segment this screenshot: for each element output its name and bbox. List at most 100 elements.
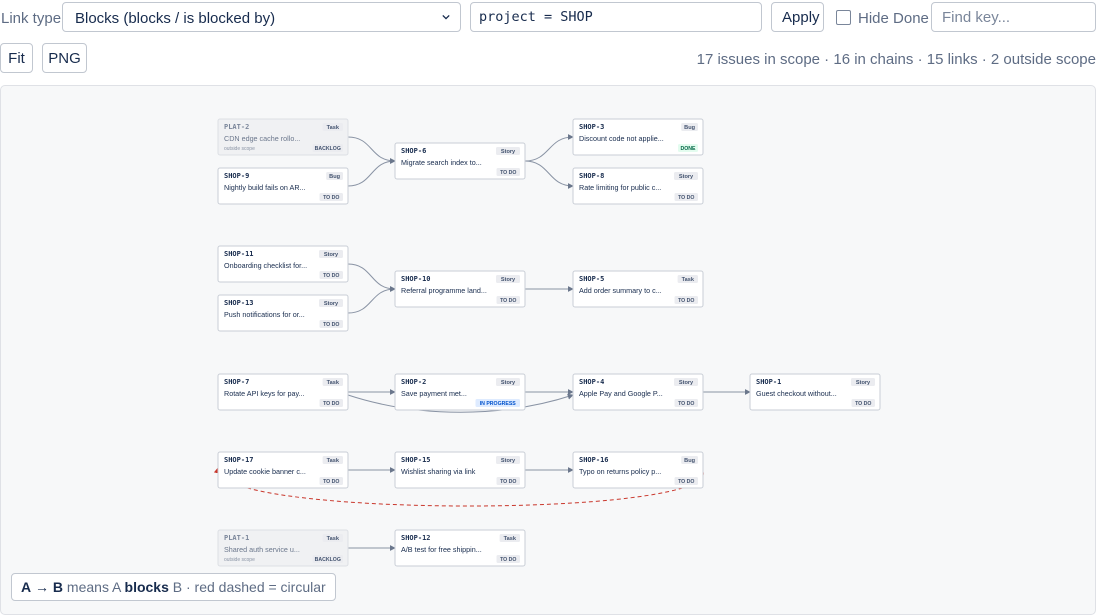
type-label: Bug — [684, 125, 695, 131]
issue-title: Discount code not applie... — [579, 134, 664, 143]
issue-node-shop-7[interactable]: SHOP-7 Rotate API keys for pay... Task TO D… — [217, 373, 349, 411]
status-label: BACKLOG — [315, 146, 341, 152]
issue-title: Guest checkout without... — [756, 389, 837, 398]
issue-title: Onboarding checklist for... — [224, 261, 307, 270]
issue-node-shop-2[interactable]: SHOP-2 Save payment met... Story IN PROGRES… — [394, 373, 526, 411]
type-label: Task — [327, 380, 340, 386]
status-label: TO DO — [500, 170, 516, 176]
status-label: IN PROGRESS — [480, 401, 517, 407]
issue-node-shop-3[interactable]: SHOP-3 Discount code not applie... Bug DONE — [572, 118, 704, 156]
blocks-link-shop-6-to-shop-3[interactable] — [524, 134, 574, 162]
issue-key[interactable]: SHOP-12 — [401, 534, 431, 542]
status-label: TO DO — [678, 479, 694, 485]
issue-key[interactable]: SHOP-11 — [224, 250, 254, 258]
status-label: TO DO — [323, 479, 339, 485]
issue-node-shop-6[interactable]: SHOP-6 Migrate search index to... Story TO … — [394, 142, 526, 180]
toolbar: Link type Blocks (blocks / is blocked by… — [0, 2, 1100, 34]
status-label: BACKLOG — [315, 557, 341, 563]
issue-node-shop-17[interactable]: SHOP-17 Update cookie banner c... Task TO D… — [217, 451, 349, 489]
link-type-select[interactable]: Blocks (blocks / is blocked by) — [62, 2, 461, 32]
issue-node-plat-2[interactable]: PLAT-2 CDN edge cache rollo... outside sco… — [217, 118, 349, 156]
issue-key[interactable]: SHOP-10 — [401, 275, 431, 283]
link-type-label: Link type — [1, 10, 62, 27]
issue-node-shop-15[interactable]: SHOP-15 Wishlist sharing via link Story TO … — [394, 451, 526, 489]
blocks-link-plat-2-to-shop-6[interactable] — [347, 136, 396, 164]
outside-scope-note: outside scope — [224, 557, 255, 563]
status-label: TO DO — [323, 322, 339, 328]
type-label: Story — [679, 380, 694, 386]
issue-key[interactable]: SHOP-5 — [579, 275, 604, 283]
issue-node-shop-5[interactable]: SHOP-5 Add order summary to c... Task TO DO — [572, 270, 704, 308]
blocks-link-shop-11-to-shop-10[interactable] — [347, 263, 396, 292]
issue-node-shop-9[interactable]: SHOP-9 Nightly build fails on AR... Bug TO … — [217, 167, 349, 205]
dependency-graph[interactable]: PLAT-2 CDN edge cache rollo... outside sco… — [1, 86, 1096, 615]
issue-node-shop-4[interactable]: SHOP-4 Apple Pay and Google P... Story TO D… — [572, 373, 704, 411]
issue-title: Nightly build fails on AR... — [224, 183, 306, 192]
issue-key[interactable]: SHOP-9 — [224, 172, 249, 180]
status-label: TO DO — [678, 401, 694, 407]
issue-key[interactable]: SHOP-6 — [401, 147, 426, 155]
status-label: DONE — [681, 146, 697, 152]
issue-key[interactable]: SHOP-2 — [401, 378, 426, 386]
issue-title: Typo on returns policy p... — [579, 467, 661, 476]
issue-title: Push notifications for or... — [224, 310, 305, 319]
status-label: TO DO — [323, 273, 339, 279]
status-label: TO DO — [855, 401, 871, 407]
issue-title: Add order summary to c... — [579, 286, 662, 295]
fit-button[interactable]: Fit — [0, 43, 33, 73]
legend-a: A — [21, 579, 32, 595]
issue-node-shop-1[interactable]: SHOP-1 Guest checkout without... Story TO D… — [749, 373, 881, 411]
status-label: TO DO — [500, 298, 516, 304]
issue-node-shop-16[interactable]: SHOP-16 Typo on returns policy p... Bug TO … — [572, 451, 704, 489]
apply-button[interactable]: Apply — [771, 2, 824, 32]
issue-key[interactable]: SHOP-8 — [579, 172, 604, 180]
issue-node-shop-13[interactable]: SHOP-13 Push notifications for or... Story… — [217, 294, 349, 332]
type-label: Story — [856, 380, 871, 386]
issue-title: Shared auth service u... — [224, 545, 300, 554]
blocks-link-shop-6-to-shop-8[interactable] — [524, 160, 574, 189]
hide-done-toggle[interactable]: Hide Done — [836, 10, 929, 27]
legend-blocks: blocks — [124, 579, 169, 595]
type-label: Task — [327, 536, 340, 542]
legend-rest: B · red dashed = circular — [172, 579, 326, 595]
issue-key[interactable]: SHOP-16 — [579, 456, 609, 464]
blocks-link-shop-9-to-shop-6[interactable] — [347, 158, 396, 187]
issue-node-shop-10[interactable]: SHOP-10 Referral programme land... Story TO… — [394, 270, 526, 308]
issue-node-plat-1[interactable]: PLAT-1 Shared auth service u... outside sc… — [217, 529, 349, 567]
type-label: Story — [679, 174, 694, 180]
legend-arrow: → — [35, 579, 50, 595]
chevron-down-icon — [442, 14, 450, 20]
issue-node-shop-8[interactable]: SHOP-8 Rate limiting for public c... Story… — [572, 167, 704, 205]
scope-summary: 17 issues in scope · 16 in chains · 15 l… — [696, 51, 1096, 68]
issue-key[interactable]: SHOP-4 — [579, 378, 604, 386]
type-label: Story — [501, 380, 516, 386]
issue-key[interactable]: SHOP-13 — [224, 299, 254, 307]
link-type-value: Blocks (blocks / is blocked by) — [75, 10, 276, 27]
status-label: TO DO — [500, 557, 516, 563]
type-label: Task — [682, 277, 695, 283]
status-label: TO DO — [678, 298, 694, 304]
issue-key[interactable]: PLAT-2 — [224, 123, 249, 131]
legend-means: means A — [66, 579, 121, 595]
jql-input[interactable] — [470, 2, 762, 32]
type-label: Story — [501, 458, 516, 464]
type-label: Task — [504, 536, 517, 542]
find-key-input[interactable] — [931, 2, 1096, 32]
issue-key[interactable]: SHOP-7 — [224, 378, 249, 386]
issue-key[interactable]: SHOP-1 — [756, 378, 781, 386]
png-export-button[interactable]: PNG — [42, 43, 87, 73]
issue-key[interactable]: SHOP-3 — [579, 123, 604, 131]
hide-done-checkbox[interactable] — [836, 10, 851, 25]
issue-key[interactable]: SHOP-15 — [401, 456, 431, 464]
status-label: TO DO — [323, 401, 339, 407]
issue-title: Save payment met... — [401, 389, 467, 398]
dependency-graph-canvas[interactable]: PLAT-2 CDN edge cache rollo... outside sco… — [0, 85, 1096, 615]
issue-title: Migrate search index to... — [401, 158, 482, 167]
type-label: Task — [327, 458, 340, 464]
issue-key[interactable]: SHOP-17 — [224, 456, 254, 464]
type-label: Bug — [684, 458, 695, 464]
issue-key[interactable]: PLAT-1 — [224, 534, 249, 542]
issue-node-shop-12[interactable]: SHOP-12 A/B test for free shippin... Task T… — [394, 529, 526, 567]
issue-node-shop-11[interactable]: SHOP-11 Onboarding checklist for... Story T… — [217, 245, 349, 283]
blocks-link-shop-13-to-shop-10[interactable] — [347, 286, 396, 314]
